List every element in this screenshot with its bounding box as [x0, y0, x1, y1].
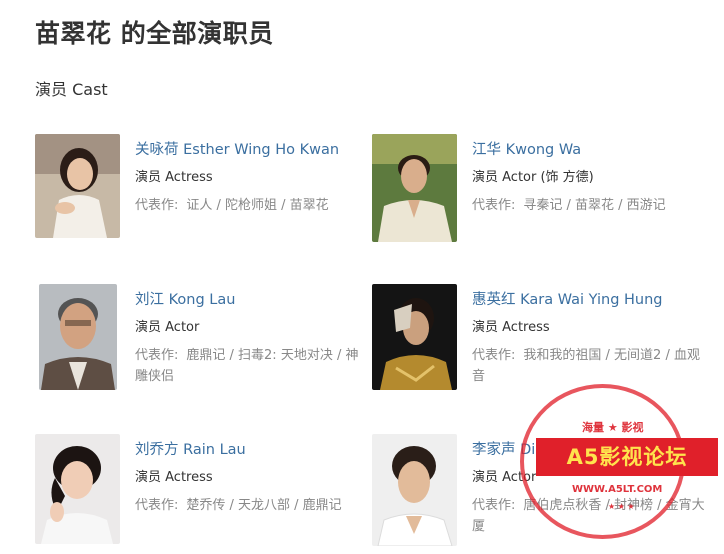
stamp-url: WWW.A5LT.COM — [572, 484, 663, 495]
portrait-image — [39, 284, 117, 390]
works-label: 代表作: — [472, 198, 516, 213]
portrait-image — [372, 284, 457, 390]
cast-works: 代表作: 证人 / 陀枪师姐 / 苗翠花 — [135, 195, 371, 216]
cast-works: 代表作: 楚乔传 / 天龙八部 / 鹿鼎记 — [135, 495, 371, 516]
watermark-stamp: 海量 ★ 影视 A5影视论坛 WWW.A5LT.COM ★ ★ ★ — [520, 384, 720, 539]
cast-card: 江华 Kwong Wa 演员 Actor (饰 方德) 代表作: 寻秦记 / 苗翠… — [372, 134, 712, 254]
works-label: 代表作: — [135, 498, 179, 513]
cast-card: 关咏荷 Esther Wing Ho Kwan 演员 Actress 代表作: 证… — [35, 134, 375, 254]
portrait-image — [372, 434, 457, 546]
stamp-stars-icon: ★ ★ ★ — [608, 502, 635, 511]
works-label: 代表作: — [472, 348, 516, 363]
cast-card: 刘乔方 Rain Lau 演员 Actress 代表作: 楚乔传 / 天龙八部 /… — [35, 434, 375, 554]
cast-photo[interactable] — [35, 134, 120, 238]
cast-role: 演员 Actress — [135, 170, 213, 185]
works-list: 证人 / 陀枪师姐 / 苗翠花 — [186, 198, 329, 213]
section-title-cast: 演员 Cast — [35, 80, 108, 99]
works-list: 寻秦记 / 苗翠花 / 西游记 — [523, 198, 666, 213]
cast-role: 演员 Actor — [135, 320, 200, 335]
portrait-image — [372, 134, 457, 242]
cast-role: 演员 Actress — [135, 470, 213, 485]
works-label: 代表作: — [135, 348, 179, 363]
cast-name-link[interactable]: 江华 Kwong Wa — [472, 140, 708, 160]
page-title: 苗翠花 的全部演职员 — [35, 19, 274, 48]
cast-photo[interactable] — [372, 134, 457, 242]
works-label: 代表作: — [135, 198, 179, 213]
cast-name-link[interactable]: 惠英红 Kara Wai Ying Hung — [472, 290, 708, 310]
cast-name-link[interactable]: 刘乔方 Rain Lau — [135, 440, 371, 460]
cast-photo[interactable] — [372, 284, 457, 390]
portrait-image — [35, 134, 120, 238]
cast-works: 代表作: 我和我的祖国 / 无间道2 / 血观音 — [472, 345, 708, 387]
stamp-top-text: 海量 ★ 影视 — [582, 421, 644, 434]
works-list: 楚乔传 / 天龙八部 / 鹿鼎记 — [186, 498, 342, 513]
cast-works: 代表作: 鹿鼎记 / 扫毒2: 天地对决 / 神雕侠侣 — [135, 345, 371, 387]
cast-role: 演员 Actor (饰 方德) — [472, 170, 594, 185]
cast-photo[interactable] — [35, 434, 120, 544]
cast-name-link[interactable]: 刘江 Kong Lau — [135, 290, 371, 310]
stamp-banner: A5影视论坛 — [536, 438, 718, 476]
cast-works: 代表作: 寻秦记 / 苗翠花 / 西游记 — [472, 195, 708, 216]
works-label: 代表作: — [472, 498, 516, 513]
cast-photo[interactable] — [372, 434, 457, 546]
portrait-image — [35, 434, 120, 544]
cast-role: 演员 Actress — [472, 320, 550, 335]
cast-name-link[interactable]: 关咏荷 Esther Wing Ho Kwan — [135, 140, 371, 160]
cast-photo[interactable] — [39, 284, 117, 390]
cast-card: 刘江 Kong Lau 演员 Actor 代表作: 鹿鼎记 / 扫毒2: 天地对决… — [35, 284, 375, 404]
